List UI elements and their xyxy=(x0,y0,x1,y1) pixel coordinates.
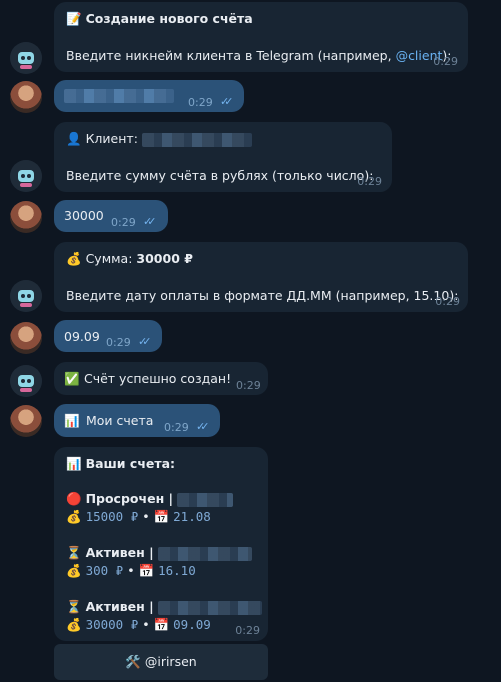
invoice-date: 16.10 xyxy=(158,563,196,578)
message-time: 0:29 xyxy=(357,175,382,188)
invoice-details: 💰 300 ₽ • 📅 16.10 xyxy=(66,563,196,579)
message-time: 0:29 xyxy=(111,216,136,229)
separator: • xyxy=(127,563,135,578)
user-message-nickname: 0:29 ✓✓ xyxy=(54,80,244,112)
message-time: 0:29 xyxy=(433,55,458,68)
invoice-status: Активен | xyxy=(85,545,154,560)
message-text: Мои счета xyxy=(86,413,154,428)
money-bag-icon: 💰 xyxy=(66,617,82,632)
calendar-icon: 📅 xyxy=(153,509,170,524)
invoice-details: 💰 15000 ₽ • 📅 21.08 xyxy=(66,509,211,525)
message-text: 30000 xyxy=(64,208,104,223)
invoice-date: 21.08 xyxy=(173,509,211,524)
hammer-wrench-icon: 🛠️ xyxy=(125,654,141,669)
message-title: Создание нового счёта xyxy=(85,11,253,26)
inline-button-label: @irirsen xyxy=(144,654,197,669)
redacted-client xyxy=(177,492,234,507)
bot-avatar[interactable] xyxy=(10,280,42,312)
invoice-amount: 15000 ₽ xyxy=(85,509,139,524)
message-text: Введите дату оплаты в формате ДД.ММ (нап… xyxy=(66,288,459,303)
separator: • xyxy=(142,509,150,524)
money-bag-icon: 💰 xyxy=(66,563,82,578)
bot-message-success: ✅ Счёт успешно создан! 0:29 xyxy=(54,362,268,395)
hourglass-icon: ⏳ xyxy=(66,599,82,614)
bot-avatar[interactable] xyxy=(10,365,42,397)
message-time: 0:29 xyxy=(236,379,261,392)
invoice-entry: 🔴 Просрочен | xyxy=(66,491,234,507)
user-avatar[interactable] xyxy=(10,405,42,437)
red-circle-icon: 🔴 xyxy=(66,491,82,506)
user-icon: 👤 xyxy=(66,131,82,146)
client-label: Клиент: xyxy=(85,131,138,146)
bot-avatar[interactable] xyxy=(10,160,42,192)
redacted-client xyxy=(157,546,252,561)
user-avatar[interactable] xyxy=(10,81,42,113)
check-mark-icon: ✅ xyxy=(64,371,80,386)
invoice-entry: ⏳ Активен | xyxy=(66,599,262,615)
calendar-icon: 📅 xyxy=(138,563,155,578)
memo-icon: 📝 xyxy=(66,11,82,26)
invoice-date: 09.09 xyxy=(173,617,211,632)
inline-button-irirsen[interactable]: 🛠️ @irirsen xyxy=(54,644,268,680)
money-bag-icon: 💰 xyxy=(66,509,82,524)
invoice-details: 💰 30000 ₽ • 📅 09.09 xyxy=(66,617,211,633)
calendar-icon: 📅 xyxy=(153,617,170,632)
message-time: 0:29 xyxy=(106,336,131,349)
invoice-status: Просрочен | xyxy=(85,491,174,506)
message-time: 0:29 xyxy=(188,96,213,109)
hourglass-icon: ⏳ xyxy=(66,545,82,560)
read-checkmarks-icon: ✓✓ xyxy=(196,420,210,433)
list-title: Ваши счета: xyxy=(85,456,176,471)
invoice-amount: 30000 ₽ xyxy=(85,617,139,632)
invoice-status: Активен | xyxy=(85,599,154,614)
redacted-nickname xyxy=(64,89,174,103)
read-checkmarks-icon: ✓✓ xyxy=(138,335,152,348)
user-message-amount: 30000 0:29 ✓✓ xyxy=(54,200,168,232)
bot-message-sum: 💰 Сумма: 30000 ₽ Введите дату оплаты в ф… xyxy=(54,242,468,312)
bot-message-invoices-list: 📊 Ваши счета: 🔴 Просрочен | 💰 15000 ₽ • … xyxy=(54,447,268,641)
sum-label: Сумма: xyxy=(85,251,133,266)
redacted-client xyxy=(141,132,252,147)
message-time: 0:29 xyxy=(235,624,260,637)
invoice-amount: 300 ₽ xyxy=(85,563,124,578)
user-message-my-invoices: 📊 Мои счета 0:29 ✓✓ xyxy=(54,404,220,437)
message-text: Введите никнейм клиента в Telegram (напр… xyxy=(66,48,396,63)
bot-message-client: 👤 Клиент: Введите сумму счёта в рублях (… xyxy=(54,122,392,192)
message-text: 09.09 xyxy=(64,329,100,344)
read-checkmarks-icon: ✓✓ xyxy=(143,215,157,228)
chart-icon: 📊 xyxy=(64,413,80,428)
bot-avatar[interactable] xyxy=(10,42,42,74)
sum-value: 30000 ₽ xyxy=(136,251,193,266)
invoice-entry: ⏳ Активен | xyxy=(66,545,252,561)
message-text: Счёт успешно создан! xyxy=(84,371,232,386)
redacted-client xyxy=(157,600,262,615)
message-time: 0:29 xyxy=(164,421,189,434)
separator: • xyxy=(142,617,150,632)
user-avatar[interactable] xyxy=(10,201,42,233)
chart-icon: 📊 xyxy=(66,456,82,471)
message-time: 0:29 xyxy=(435,295,460,308)
money-bag-icon: 💰 xyxy=(66,251,82,266)
read-checkmarks-icon: ✓✓ xyxy=(220,95,234,108)
bot-message-create-invoice: 📝 Создание нового счёта Введите никнейм … xyxy=(54,2,468,72)
user-avatar[interactable] xyxy=(10,322,42,354)
user-message-date: 09.09 0:29 ✓✓ xyxy=(54,320,162,352)
message-text: Введите сумму счёта в рублях (только чис… xyxy=(66,168,374,183)
